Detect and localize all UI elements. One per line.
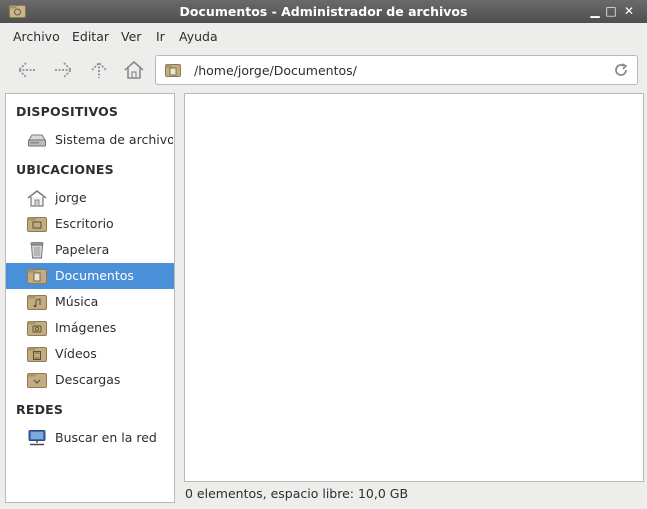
reload-icon[interactable]	[613, 62, 629, 78]
sidebar-item-label: Documentos	[55, 268, 134, 283]
file-view[interactable]	[184, 93, 644, 482]
places-heading: UBICACIONES	[16, 162, 114, 177]
maximize-button[interactable]: □	[605, 5, 617, 17]
network-heading: REDES	[16, 402, 64, 417]
sidebar-item-documentos[interactable]: Documentos	[6, 263, 174, 289]
forward-button[interactable]	[50, 58, 76, 82]
status-bar: 0 elementos, espacio libre: 10,0 GB	[185, 486, 409, 501]
menu-bar: Archivo Editar Ver Ir Ayuda	[0, 25, 647, 47]
videos-folder-icon	[27, 347, 47, 362]
documents-folder-icon	[27, 269, 47, 284]
sidebar-item-label: Escritorio	[55, 216, 114, 231]
sidebar-item-buscar-en-la-red[interactable]: Buscar en la red	[6, 425, 174, 451]
sidebar-item-label: Imágenes	[55, 320, 117, 335]
location-bar[interactable]	[155, 55, 638, 85]
menu-ayuda[interactable]: Ayuda	[179, 29, 218, 44]
location-input[interactable]	[194, 61, 594, 79]
desktop-folder-icon	[27, 217, 47, 232]
sidebar-item-label: Buscar en la red	[55, 430, 157, 445]
home-button[interactable]	[121, 58, 147, 82]
pictures-folder-icon	[27, 321, 47, 336]
documents-folder-icon	[165, 64, 181, 77]
file-manager-window: Documentos - Administrador de archivos ▁…	[0, 0, 647, 509]
sidebar-item-descargas[interactable]: Descargas	[6, 367, 174, 393]
sidebar-item-imagenes[interactable]: Imágenes	[6, 315, 174, 341]
menu-archivo[interactable]: Archivo	[13, 29, 60, 44]
sidebar: DISPOSITIVOS Sistema de archivos UBICACI…	[5, 93, 175, 503]
close-button[interactable]: ✕	[623, 5, 635, 17]
sidebar-item-label: jorge	[55, 190, 87, 205]
drive-icon	[28, 134, 46, 147]
home-icon	[27, 190, 47, 207]
sidebar-item-musica[interactable]: Música	[6, 289, 174, 315]
title-bar[interactable]: Documentos - Administrador de archivos ▁…	[0, 0, 647, 23]
sidebar-item-jorge[interactable]: jorge	[6, 185, 174, 211]
network-icon	[28, 430, 46, 446]
sidebar-item-sistema-de-archivos[interactable]: Sistema de archivos	[6, 127, 174, 153]
back-button[interactable]	[14, 58, 40, 82]
menu-editar[interactable]: Editar	[72, 29, 109, 44]
devices-heading: DISPOSITIVOS	[16, 104, 119, 119]
sidebar-item-label: Vídeos	[55, 346, 97, 361]
trash-icon	[30, 242, 44, 259]
sidebar-item-papelera[interactable]: Papelera	[6, 237, 174, 263]
menu-ver[interactable]: Ver	[121, 29, 141, 44]
sidebar-item-label: Papelera	[55, 242, 110, 257]
minimize-button[interactable]: ▁	[589, 5, 601, 17]
sidebar-item-videos[interactable]: Vídeos	[6, 341, 174, 367]
sidebar-item-label: Sistema de archivos	[55, 132, 173, 147]
sidebar-item-label: Música	[55, 294, 99, 309]
sidebar-item-escritorio[interactable]: Escritorio	[6, 211, 174, 237]
downloads-folder-icon	[27, 373, 47, 388]
window-title: Documentos - Administrador de archivos	[179, 4, 468, 19]
up-button[interactable]	[86, 58, 112, 82]
menu-ir[interactable]: Ir	[156, 29, 165, 44]
sidebar-item-label: Descargas	[55, 372, 121, 387]
music-folder-icon	[27, 295, 47, 310]
